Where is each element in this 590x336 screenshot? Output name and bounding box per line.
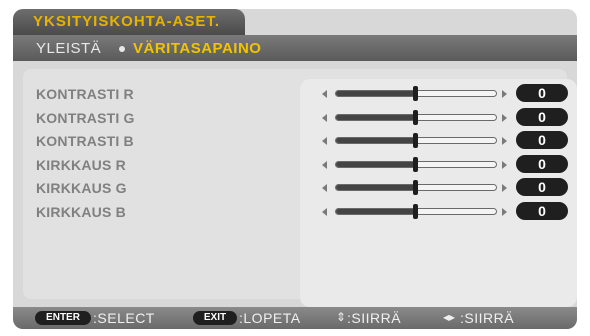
setting-value: 0 xyxy=(516,201,568,220)
decrease-arrow-icon[interactable] xyxy=(322,137,327,145)
slider-fill xyxy=(336,208,416,214)
setting-slider[interactable] xyxy=(335,86,497,101)
enter-hint: :SELECT xyxy=(93,310,155,326)
setting-row[interactable]: KONTRASTI B 0 xyxy=(13,130,577,152)
slider-fill xyxy=(336,138,416,143)
setting-row[interactable]: KONTRASTI G 0 xyxy=(13,107,577,129)
increase-arrow-icon[interactable] xyxy=(502,137,507,145)
exit-hint: :LOPETA xyxy=(239,310,301,326)
setting-value: 0 xyxy=(516,84,568,102)
slider-handle[interactable] xyxy=(413,203,418,219)
setting-row[interactable]: KIRKKAUS B 0 xyxy=(13,201,577,223)
breadcrumb: YLEISTÄ VÄRITASAPAINO xyxy=(13,35,577,61)
increase-arrow-icon[interactable] xyxy=(502,184,507,192)
decrease-arrow-icon[interactable] xyxy=(322,90,327,98)
breadcrumb-color-balance[interactable]: VÄRITASAPAINO xyxy=(133,40,261,57)
slider-handle[interactable] xyxy=(413,86,418,101)
setting-value: 0 xyxy=(516,107,568,126)
setting-row[interactable]: KIRKKAUS R 0 xyxy=(13,154,577,176)
enter-key-icon: ENTER xyxy=(35,311,91,325)
decrease-arrow-icon[interactable] xyxy=(322,160,327,169)
setting-label: KONTRASTI B xyxy=(36,133,134,149)
exit-key-icon: EXIT xyxy=(193,311,237,325)
breadcrumb-separator xyxy=(119,46,125,52)
updown-hint: :SIIRRÄ xyxy=(347,310,402,326)
slider-handle[interactable] xyxy=(413,133,418,148)
up-down-arrows-icon: ⇕ xyxy=(336,310,347,324)
setting-label: KIRKKAUS B xyxy=(36,203,126,220)
setting-slider[interactable] xyxy=(335,156,497,172)
osd-menu: YKSITYISKOHTA-ASET. YLEISTÄ VÄRITASAPAIN… xyxy=(13,9,577,329)
setting-value: 0 xyxy=(516,131,568,149)
slider-handle[interactable] xyxy=(413,109,418,125)
footer-bar: ENTER :SELECT EXIT :LOPETA ⇕ :SIIRRÄ ◂▸ … xyxy=(13,307,577,329)
setting-label: KIRKKAUS R xyxy=(36,156,126,173)
increase-arrow-icon[interactable] xyxy=(502,90,507,98)
menu-title: YKSITYISKOHTA-ASET. xyxy=(33,13,221,30)
setting-value: 0 xyxy=(516,154,568,173)
increase-arrow-icon[interactable] xyxy=(502,160,507,169)
setting-label: KIRKKAUS G xyxy=(36,180,127,196)
setting-label: KONTRASTI R xyxy=(36,86,134,102)
setting-row[interactable]: KIRKKAUS G 0 xyxy=(13,177,577,199)
decrease-arrow-icon[interactable] xyxy=(322,113,327,122)
decrease-arrow-icon[interactable] xyxy=(322,184,327,192)
slider-handle[interactable] xyxy=(413,180,418,195)
decrease-arrow-icon[interactable] xyxy=(322,207,327,216)
setting-slider[interactable] xyxy=(335,133,497,148)
setting-row[interactable]: KONTRASTI R 0 xyxy=(13,83,577,105)
left-right-arrows-icon: ◂▸ xyxy=(443,310,456,324)
increase-arrow-icon[interactable] xyxy=(502,207,507,216)
setting-slider[interactable] xyxy=(335,180,497,195)
increase-arrow-icon[interactable] xyxy=(502,113,507,122)
setting-slider[interactable] xyxy=(335,109,497,125)
slider-fill xyxy=(336,185,416,190)
breadcrumb-general[interactable]: YLEISTÄ xyxy=(36,40,101,57)
slider-fill xyxy=(336,114,416,120)
setting-label: KONTRASTI G xyxy=(36,109,135,126)
slider-fill xyxy=(336,91,416,96)
setting-slider[interactable] xyxy=(335,203,497,219)
slider-fill xyxy=(336,161,416,167)
menu-title-tab: YKSITYISKOHTA-ASET. xyxy=(13,9,245,35)
slider-handle[interactable] xyxy=(413,156,418,172)
setting-value: 0 xyxy=(516,178,568,196)
leftright-hint: :SIIRRÄ xyxy=(460,310,515,326)
